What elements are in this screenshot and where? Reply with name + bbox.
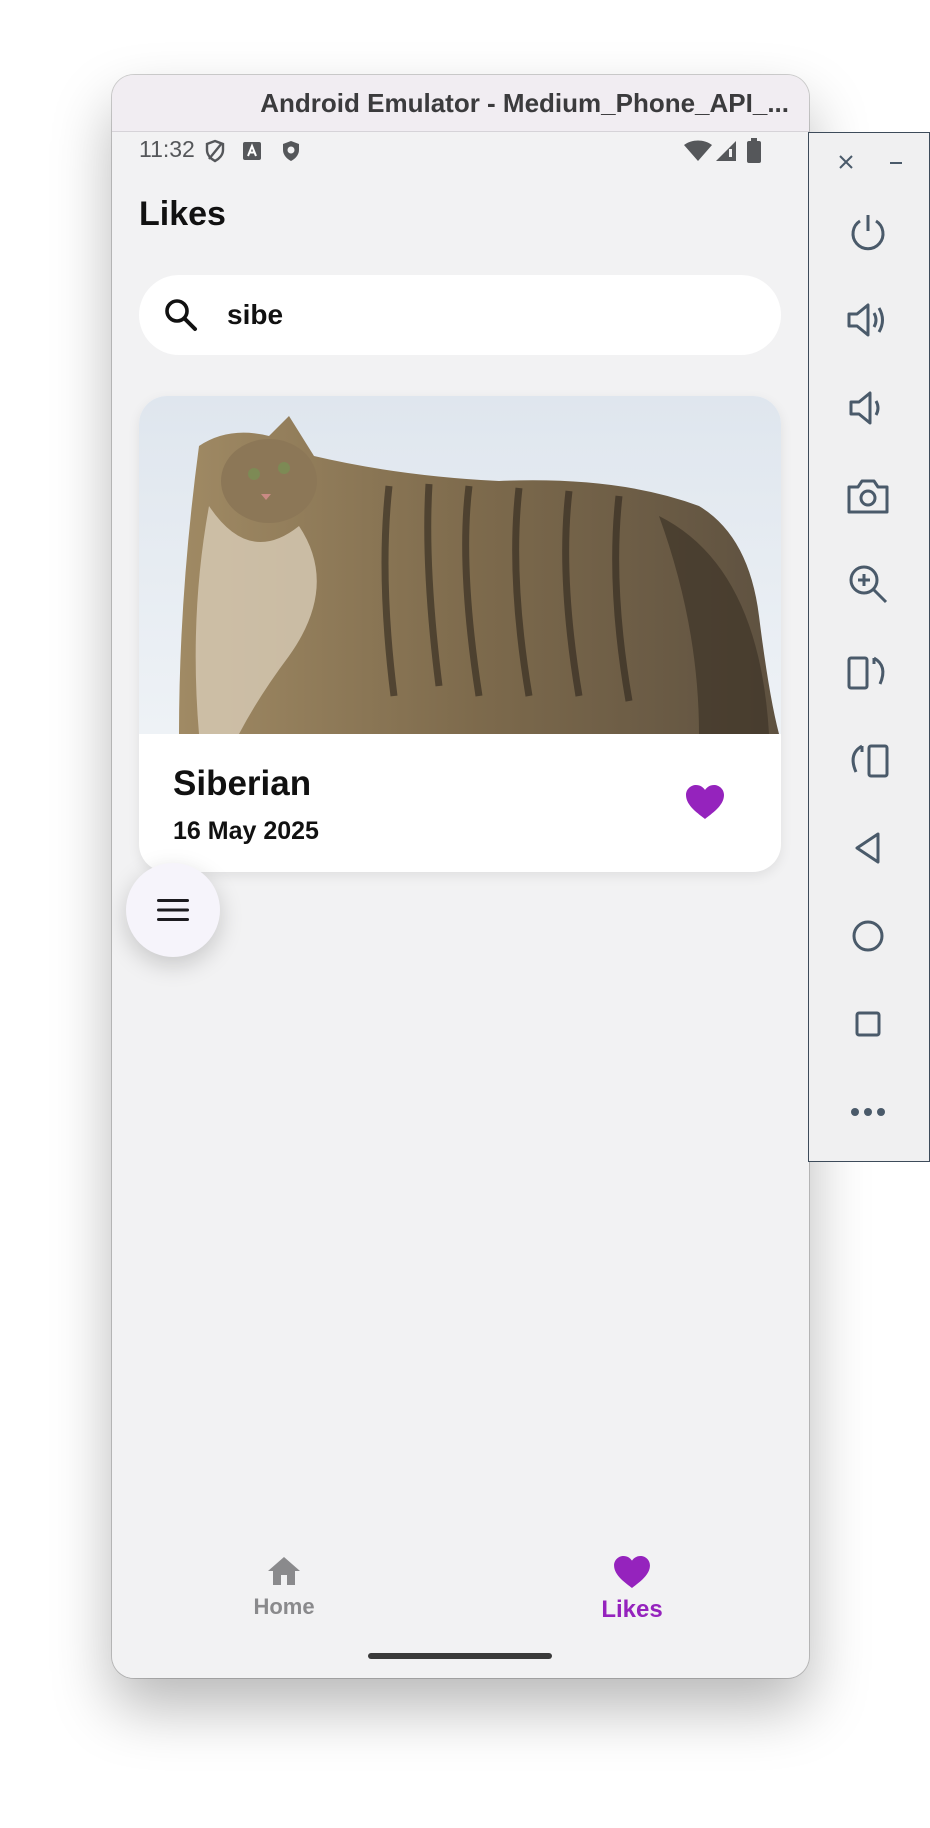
rotate-left-icon [847,656,885,690]
page-title: Likes [139,195,226,233]
volume-up-icon [847,303,884,337]
emulator-side-panel [808,132,930,1162]
nav-label-likes: Likes [601,1596,663,1623]
rotate-right-icon [851,744,889,778]
heart-icon[interactable] [685,784,725,820]
breed-card[interactable]: Siberian 16 May 2025 [139,396,781,872]
close-icon [839,155,853,169]
cat-photo [139,396,781,734]
volume-down-icon [849,391,880,425]
heart-icon [614,1555,650,1589]
menu-icon [157,899,189,921]
emulator-window: Android Emulator - Medium_Phone_API_... … [112,75,809,1678]
home-icon [268,1557,300,1585]
back-icon [855,832,880,864]
home-indicator[interactable] [368,1653,552,1659]
more-button[interactable] [843,1087,893,1137]
battery-icon [747,138,761,163]
window-title: Android Emulator - Medium_Phone_API_... [260,87,789,118]
volume-up-button[interactable] [843,295,893,345]
circle-home-icon [852,920,884,952]
minimize-icon [890,162,902,164]
close-button[interactable] [831,147,861,177]
wifi-icon [684,140,712,161]
camera-icon [847,479,889,514]
liked-date: 16 May 2025 [173,817,319,845]
power-button[interactable] [843,207,893,257]
search-bar[interactable] [139,275,781,355]
signal-icon [716,141,736,161]
shield-filled-icon [283,141,299,161]
nav-item-likes[interactable]: Likes [552,1555,712,1624]
square-overview-icon [855,1011,881,1037]
search-icon[interactable] [163,297,199,333]
volume-down-button[interactable] [843,383,893,433]
rotate-right-button[interactable] [843,735,893,785]
status-time: 11:32 [139,136,195,162]
home-button[interactable] [843,911,893,961]
more-icon [851,1108,885,1116]
back-button[interactable] [843,823,893,873]
status-bar: 11:32 [112,132,809,172]
shield-outline-icon [205,139,225,163]
nav-item-home[interactable]: Home [204,1555,364,1620]
overview-button[interactable] [843,999,893,1049]
breed-name: Siberian [173,764,312,803]
minimize-button[interactable] [881,147,911,177]
zoom-button[interactable] [843,559,893,609]
a-box-icon [243,142,261,160]
zoom-icon [849,565,888,604]
search-input[interactable] [227,291,747,339]
screenshot-button[interactable] [843,471,893,521]
menu-fab[interactable] [126,863,220,957]
rotate-left-button[interactable] [843,647,893,697]
nav-label-home: Home [253,1594,315,1619]
window-titlebar[interactable]: Android Emulator - Medium_Phone_API_... [112,75,809,132]
power-icon [851,215,885,251]
